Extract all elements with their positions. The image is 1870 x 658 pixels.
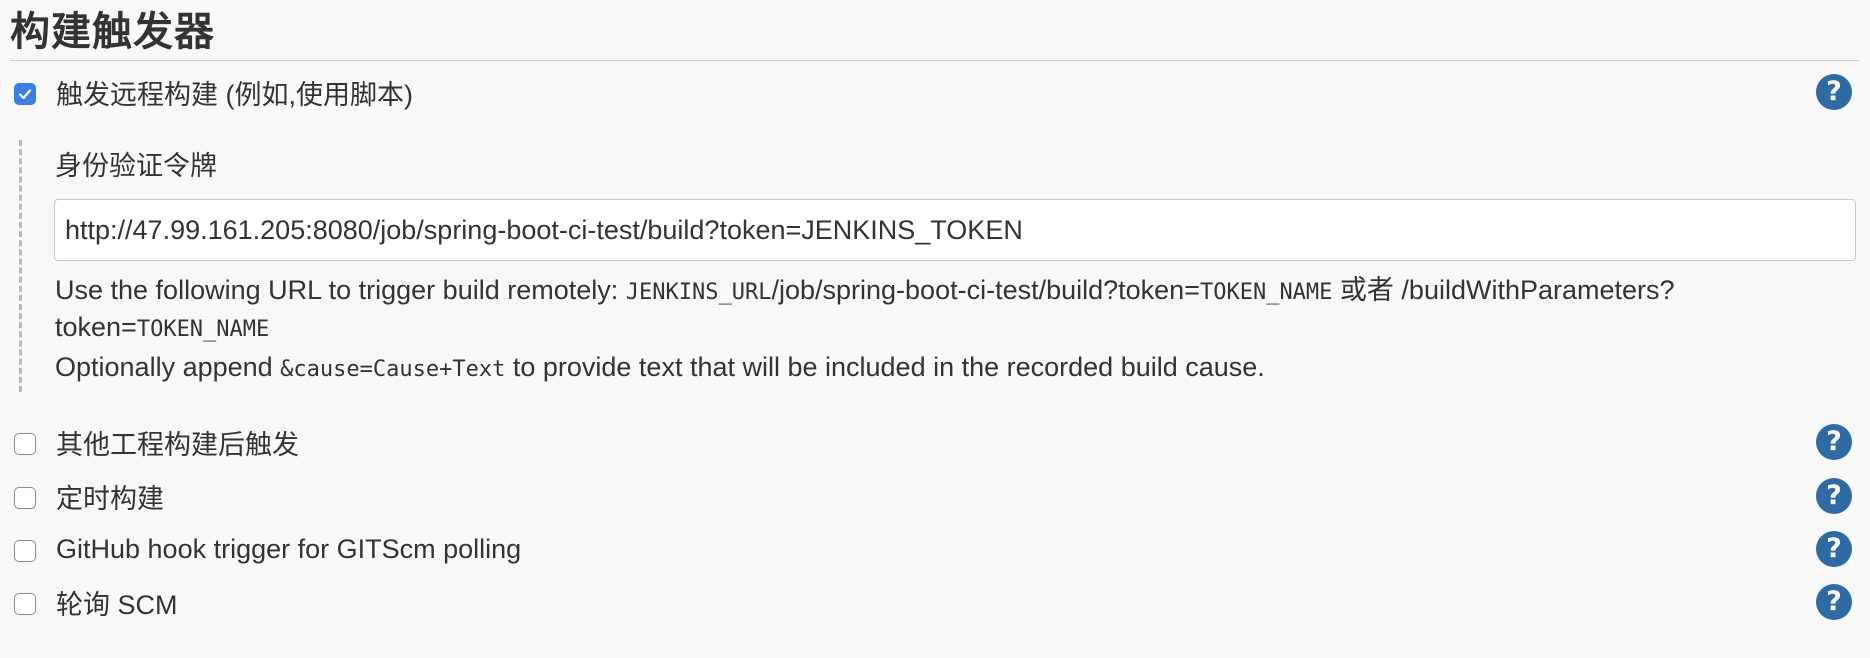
help-text: Use the following URL to trigger build r…	[55, 275, 626, 305]
trigger-poll-scm-label[interactable]: 轮询 SCM	[56, 583, 178, 622]
question-circle-icon[interactable]: ?	[1816, 424, 1852, 460]
trigger-after-other-projects-checkbox[interactable]	[14, 432, 36, 455]
trigger-remote-build-label[interactable]: 触发远程构建 (例如,使用脚本)	[56, 73, 413, 112]
trigger-poll-scm-row: 轮询 SCM ?	[14, 582, 1856, 622]
section-divider	[10, 60, 1860, 61]
help-code: JENKINS_URL	[625, 280, 772, 305]
help-text: 或者 /buildWithParameters?	[1332, 275, 1675, 305]
trigger-github-hook-row: GitHub hook trigger for GITScm polling ?	[14, 529, 1856, 569]
question-circle-icon[interactable]: ?	[1816, 584, 1852, 620]
section-title: 构建触发器	[10, 10, 215, 54]
question-circle-icon[interactable]: ?	[1816, 531, 1852, 567]
question-circle-icon[interactable]: ?	[1816, 74, 1852, 110]
trigger-remote-build-checkbox[interactable]	[14, 82, 36, 105]
help-text: token=	[55, 312, 137, 342]
trigger-after-other-projects-label[interactable]: 其他工程构建后触发	[56, 423, 299, 462]
help-text: to provide text that will be included in…	[505, 352, 1265, 382]
help-text: Optionally append	[55, 352, 281, 382]
trigger-github-hook-label[interactable]: GitHub hook trigger for GITScm polling	[56, 534, 521, 565]
help-text: /job/spring-boot-ci-test/build?token=	[771, 275, 1200, 305]
trigger-github-hook-checkbox[interactable]	[14, 539, 36, 562]
remote-build-help-line1: Use the following URL to trigger build r…	[55, 268, 1675, 307]
help-code: TOKEN_NAME	[136, 317, 270, 342]
auth-token-input[interactable]	[54, 199, 1856, 261]
auth-token-label: 身份验证令牌	[55, 151, 217, 181]
help-code: TOKEN_NAME	[1199, 280, 1333, 305]
trigger-after-other-projects-row: 其他工程构建后触发 ?	[14, 422, 1856, 462]
help-code: &cause=Cause+Text	[280, 357, 506, 382]
question-circle-icon[interactable]: ?	[1816, 478, 1852, 514]
nested-options-guide	[19, 140, 22, 392]
trigger-scheduled-build-checkbox[interactable]	[14, 486, 36, 509]
checkmark-icon	[18, 88, 32, 99]
trigger-scheduled-build-label[interactable]: 定时构建	[56, 477, 164, 516]
trigger-poll-scm-checkbox[interactable]	[14, 592, 36, 615]
trigger-scheduled-build-row: 定时构建 ?	[14, 476, 1856, 516]
remote-build-help-line2: token=TOKEN_NAME	[55, 312, 269, 343]
trigger-remote-build-row: 触发远程构建 (例如,使用脚本) ?	[14, 72, 1856, 112]
remote-build-help-line3: Optionally append &cause=Cause+Text to p…	[55, 352, 1265, 383]
